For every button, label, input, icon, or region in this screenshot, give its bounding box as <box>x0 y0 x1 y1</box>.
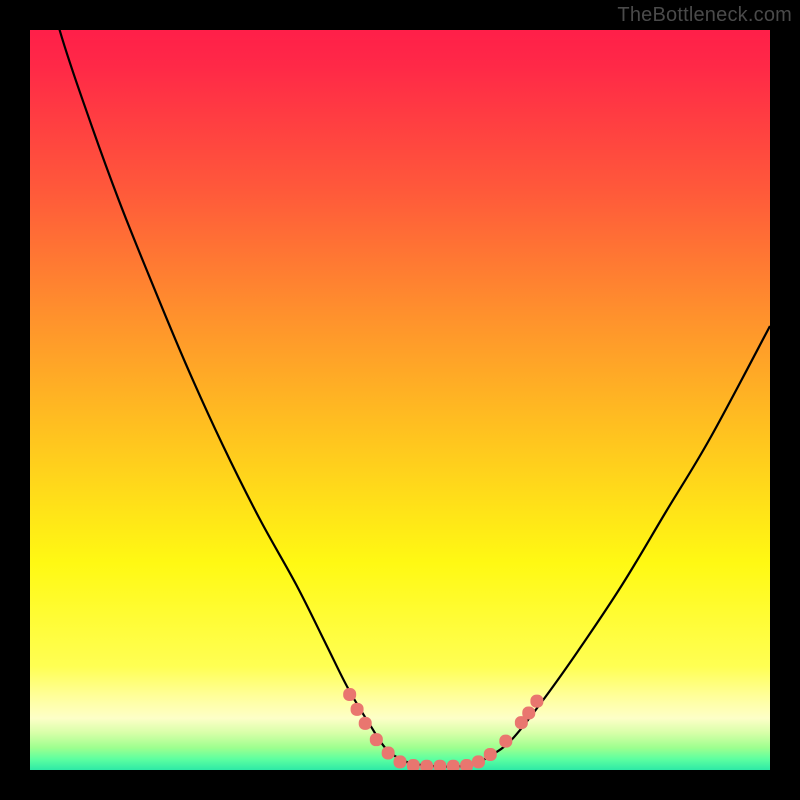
trough-marker <box>472 755 485 768</box>
watermark-text: TheBottleneck.com <box>617 4 792 27</box>
trough-marker <box>499 735 512 748</box>
trough-marker <box>394 755 407 768</box>
trough-marker <box>382 746 395 759</box>
trough-marker <box>420 760 433 770</box>
trough-marker <box>343 688 356 701</box>
trough-marker <box>407 759 420 770</box>
trough-marker <box>522 707 535 720</box>
plot-area <box>30 30 770 770</box>
trough-marker <box>359 717 372 730</box>
curve-svg <box>30 30 770 770</box>
trough-marker <box>530 695 543 708</box>
trough-marker <box>460 759 473 770</box>
trough-marker <box>447 760 460 770</box>
chart-frame: TheBottleneck.com <box>0 0 800 800</box>
trough-marker <box>433 760 446 770</box>
trough-marker <box>370 733 383 746</box>
trough-marker <box>351 703 364 716</box>
bottleneck-curve <box>30 30 770 767</box>
trough-marker <box>484 748 497 761</box>
